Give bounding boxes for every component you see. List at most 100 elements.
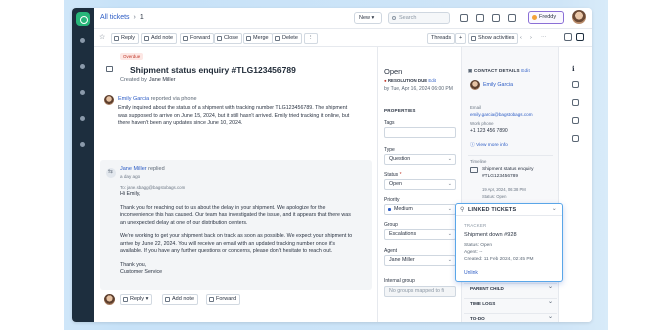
forward-icon xyxy=(183,36,188,41)
tracker-label: TRACKER xyxy=(464,223,487,228)
link-icon[interactable] xyxy=(572,81,579,88)
resolution-edit-link[interactable]: Edit xyxy=(428,78,436,83)
nav-solutions-icon[interactable] xyxy=(80,116,85,121)
properties-heading: PROPERTIES xyxy=(384,108,416,113)
search-placeholder: Search xyxy=(399,15,417,21)
type-value: Question xyxy=(389,156,411,162)
view-more-link[interactable]: ⓘ View more info xyxy=(470,141,508,148)
conversation-pane: Overdue Shipment status enquiry #TLG1234… xyxy=(94,47,377,322)
delete-button[interactable]: Delete xyxy=(272,33,302,44)
info-icon[interactable]: ℹ xyxy=(572,65,579,73)
reply-author: Jane Miller replied xyxy=(120,166,165,172)
freshdesk-window: All tickets › 1 New ▾ Search Freddy ☆ Re… xyxy=(72,8,592,322)
group-select[interactable]: Escalations ⌄ xyxy=(384,229,456,240)
unlink-link[interactable]: Unlink xyxy=(464,270,478,276)
resolution-due: ● RESOLUTION DUE Edit xyxy=(384,78,436,83)
nav-contacts-icon[interactable] xyxy=(80,90,85,95)
message-line: there haven't been any updates since Jun… xyxy=(118,120,243,126)
reply-meta: replied xyxy=(148,166,165,172)
internal-group-select[interactable]: No groups mapped to fi xyxy=(384,286,456,297)
star-icon[interactable]: ☆ xyxy=(99,33,107,44)
time-icon[interactable] xyxy=(572,135,579,142)
group-value: Escalations xyxy=(389,231,417,237)
marketplace-icon[interactable] xyxy=(492,14,500,22)
reply-time: a day ago xyxy=(120,174,141,179)
reply-author-name[interactable]: Jane Miller xyxy=(120,166,147,172)
notifications-icon[interactable] xyxy=(460,14,468,22)
layout-icon[interactable] xyxy=(564,33,572,41)
forward-icon xyxy=(209,297,214,302)
merge-label: Merge xyxy=(253,35,269,41)
nav-dashboard-icon[interactable] xyxy=(80,38,85,43)
to-do-accordion[interactable]: TO-DO xyxy=(464,312,557,322)
search-input[interactable]: Search xyxy=(388,12,450,24)
more-button[interactable]: ⋮ xyxy=(304,33,318,44)
plus-button[interactable]: + xyxy=(455,33,467,44)
close-icon xyxy=(217,36,222,41)
todo-icon[interactable] xyxy=(572,117,579,124)
message-author-name[interactable]: Emily Garcia xyxy=(118,96,149,102)
apps-icon[interactable] xyxy=(476,14,484,22)
forward-label: Forward xyxy=(190,35,211,41)
type-select[interactable]: Question ⌄ xyxy=(384,154,456,165)
reply-line: an unexpected delay at one of our distri… xyxy=(120,219,248,226)
time-logs-accordion[interactable]: TIME LOGS xyxy=(464,297,557,308)
add-note-button[interactable]: Add note xyxy=(141,33,178,44)
freddy-button[interactable]: Freddy xyxy=(528,11,564,24)
view-more-text: View more info xyxy=(476,143,508,148)
reply-label: Reply xyxy=(121,35,136,41)
user-avatar[interactable] xyxy=(572,10,586,24)
contact-name[interactable]: Emily Garcia xyxy=(483,82,513,88)
status-select[interactable]: Open ⌄ xyxy=(384,179,456,190)
parent-child-accordion[interactable]: PARENT CHILD xyxy=(464,282,557,293)
timeline-ticket-title[interactable]: Shipment status enquiry #TLG123456789 xyxy=(482,166,533,180)
agent-select[interactable]: Jane Miller ⌄ xyxy=(384,255,456,266)
left-nav-rail xyxy=(72,8,94,322)
emily-avatar xyxy=(104,95,114,105)
priority-select[interactable]: Medium ⌄ xyxy=(384,204,456,215)
ticket-toolbar: ☆ Reply Add note Forward Close Merge Del… xyxy=(94,29,592,47)
reply-button[interactable]: Reply xyxy=(111,33,140,44)
linked-ticket-meta: Status: Open Agent: -- Created: 11 Feb 2… xyxy=(464,242,534,263)
contact-email[interactable]: emily.garcia@bagstobags.com xyxy=(470,112,533,117)
properties-panel: Open ● RESOLUTION DUE Edit by Tue, Apr 1… xyxy=(377,47,461,322)
current-user-avatar xyxy=(104,294,115,305)
agent-label: Agent xyxy=(384,248,398,254)
contact-edit-link[interactable]: Edit xyxy=(521,68,530,73)
prev-ticket-icon[interactable]: ‹ xyxy=(520,33,522,44)
linked-tickets-header[interactable]: LINKED TICKETS ⌄ xyxy=(456,204,562,216)
bottom-add-note-button[interactable]: Add note xyxy=(162,294,199,305)
close-button[interactable]: Close xyxy=(214,33,243,44)
phone-label: Work phone xyxy=(470,121,494,126)
overdue-badge: Overdue xyxy=(120,53,144,60)
created-by-name[interactable]: Jane Miller xyxy=(149,77,176,83)
reply-signoff: Customer Service xyxy=(120,269,163,275)
chevron-down-icon: ⌄ xyxy=(447,156,452,162)
forward-button[interactable]: Forward xyxy=(180,33,215,44)
resolution-due-label: RESOLUTION DUE xyxy=(387,78,428,83)
message-body: Emily inquired about the status of a shi… xyxy=(118,105,372,128)
tags-label: Tags xyxy=(384,120,395,126)
show-activities-button[interactable]: Show activities xyxy=(468,33,519,44)
activity-icon xyxy=(471,36,476,41)
toolbar-more-icon[interactable]: ⋯ xyxy=(541,33,547,44)
tags-input[interactable] xyxy=(384,127,456,138)
history-icon[interactable] xyxy=(572,99,579,106)
next-ticket-icon[interactable]: › xyxy=(530,33,532,44)
reply-line: We're working to get your shipment back … xyxy=(120,233,353,239)
app-logo-icon[interactable] xyxy=(76,12,90,26)
help-icon[interactable] xyxy=(508,14,516,22)
threads-button[interactable]: Threads xyxy=(427,33,456,44)
reply-to: To: jane.sbagg@bagstobags.com xyxy=(120,185,186,190)
note-icon xyxy=(165,297,170,302)
bottom-reply-button[interactable]: Reply ▾ xyxy=(120,294,153,305)
new-button[interactable]: New ▾ xyxy=(354,12,382,24)
breadcrumb-all-tickets[interactable]: All tickets xyxy=(100,14,130,21)
panel-toggle-icon[interactable] xyxy=(576,33,584,41)
breadcrumb-count: 1 xyxy=(139,14,144,21)
nav-reports-icon[interactable] xyxy=(80,142,85,147)
linked-ticket-title[interactable]: Shipment down #928 xyxy=(464,232,517,238)
nav-tickets-icon[interactable] xyxy=(80,64,85,69)
merge-button[interactable]: Merge xyxy=(243,33,273,44)
bottom-forward-button[interactable]: Forward xyxy=(206,294,241,305)
